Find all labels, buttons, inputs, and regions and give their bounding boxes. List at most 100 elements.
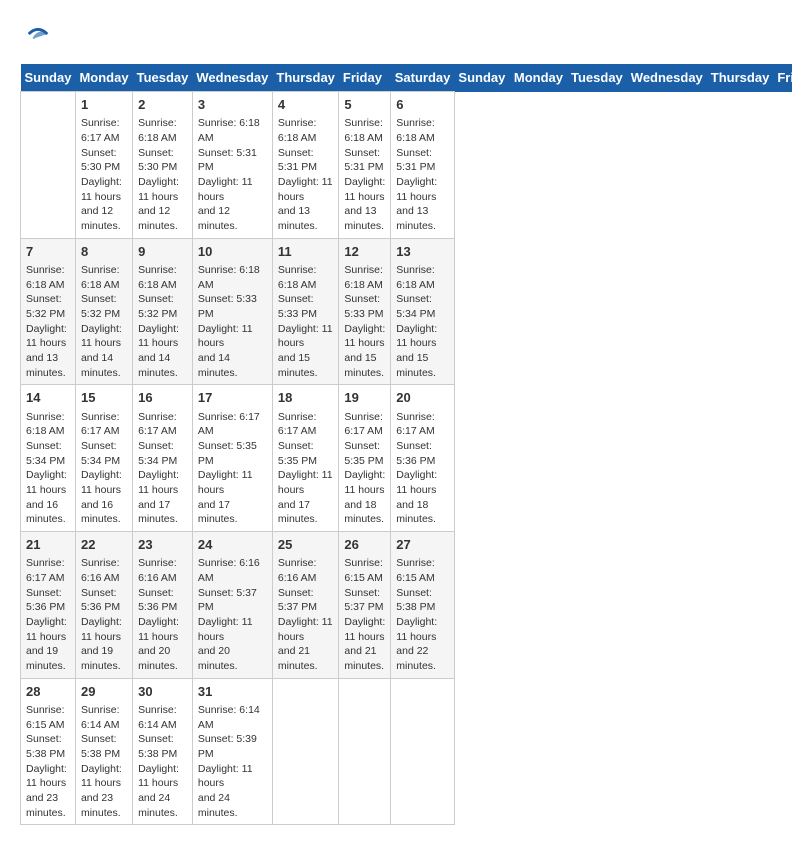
calendar-cell: 8 Sunrise: 6:18 AM Sunset: 5:32 PM Daylig… (75, 238, 132, 385)
day-info: Sunrise: 6:16 AM Sunset: 5:37 PM Dayligh… (278, 556, 334, 674)
day-info: Sunrise: 6:17 AM Sunset: 5:36 PM Dayligh… (396, 410, 449, 528)
header-monday: Monday (75, 64, 132, 92)
calendar-cell: 23 Sunrise: 6:16 AM Sunset: 5:36 PM Dayli… (133, 532, 193, 679)
day-info: Sunrise: 6:18 AM Sunset: 5:32 PM Dayligh… (81, 263, 127, 381)
day-info: Sunrise: 6:18 AM Sunset: 5:34 PM Dayligh… (396, 263, 449, 381)
calendar-cell: 3Sunrise: 6:18 AM Sunset: 5:31 PM Daylig… (192, 92, 272, 239)
calendar-cell: 6 Sunrise: 6:18 AM Sunset: 5:31 PM Daylig… (391, 92, 455, 239)
day-info: Sunrise: 6:18 AM Sunset: 5:30 PM Dayligh… (138, 116, 187, 234)
col-header-tuesday: Tuesday (567, 64, 627, 92)
header-sunday: Sunday (21, 64, 76, 92)
calendar-cell: 31 Sunrise: 6:14 AM Sunset: 5:39 PM Dayli… (192, 678, 272, 825)
calendar-cell: 17Sunrise: 6:17 AM Sunset: 5:35 PM Dayli… (192, 385, 272, 532)
calendar-cell: 22Sunrise: 6:16 AM Sunset: 5:36 PM Dayli… (75, 532, 132, 679)
week-row-2: 7Sunrise: 6:18 AM Sunset: 5:32 PM Daylig… (21, 238, 792, 385)
day-info: Sunrise: 6:16 AM Sunset: 5:37 PM Dayligh… (198, 556, 267, 674)
calendar-cell: 12Sunrise: 6:18 AM Sunset: 5:33 PM Dayli… (339, 238, 391, 385)
calendar-cell: 27 Sunrise: 6:15 AM Sunset: 5:38 PM Dayli… (391, 532, 455, 679)
day-number: 13 (396, 243, 449, 261)
day-number: 31 (198, 683, 267, 701)
col-header-friday: Friday (773, 64, 792, 92)
day-number: 4 (278, 96, 334, 114)
calendar-cell: 14Sunrise: 6:18 AM Sunset: 5:34 PM Dayli… (21, 385, 76, 532)
day-info: Sunrise: 6:16 AM Sunset: 5:36 PM Dayligh… (81, 556, 127, 674)
week-row-5: 28 Sunrise: 6:15 AM Sunset: 5:38 PM Dayli… (21, 678, 792, 825)
day-info: Sunrise: 6:15 AM Sunset: 5:38 PM Dayligh… (26, 703, 70, 821)
calendar-cell: 26 Sunrise: 6:15 AM Sunset: 5:37 PM Dayli… (339, 532, 391, 679)
calendar-cell: 28 Sunrise: 6:15 AM Sunset: 5:38 PM Dayli… (21, 678, 76, 825)
day-number: 21 (26, 536, 70, 554)
calendar-cell: 2 Sunrise: 6:18 AM Sunset: 5:30 PM Daylig… (133, 92, 193, 239)
calendar-cell: 9Sunrise: 6:18 AM Sunset: 5:32 PM Daylig… (133, 238, 193, 385)
day-number: 26 (344, 536, 385, 554)
header-saturday: Saturday (391, 64, 455, 92)
logo (20, 20, 52, 48)
calendar-cell: 18 Sunrise: 6:17 AM Sunset: 5:35 PM Dayli… (272, 385, 339, 532)
day-number: 15 (81, 389, 127, 407)
calendar-cell: 11Sunrise: 6:18 AM Sunset: 5:33 PM Dayli… (272, 238, 339, 385)
calendar-cell (339, 678, 391, 825)
day-number: 10 (198, 243, 267, 261)
calendar-cell: 10 Sunrise: 6:18 AM Sunset: 5:33 PM Dayli… (192, 238, 272, 385)
day-info: Sunrise: 6:17 AM Sunset: 5:36 PM Dayligh… (26, 556, 70, 674)
day-info: Sunrise: 6:17 AM Sunset: 5:30 PM Dayligh… (81, 116, 127, 234)
day-number: 16 (138, 389, 187, 407)
header-row: SundayMondayTuesdayWednesdayThursdayFrid… (21, 64, 792, 92)
day-info: Sunrise: 6:15 AM Sunset: 5:37 PM Dayligh… (344, 556, 385, 674)
day-info: Sunrise: 6:18 AM Sunset: 5:31 PM Dayligh… (396, 116, 449, 234)
col-header-sunday: Sunday (454, 64, 509, 92)
day-number: 1 (81, 96, 127, 114)
calendar-cell (272, 678, 339, 825)
day-number: 30 (138, 683, 187, 701)
col-header-monday: Monday (510, 64, 567, 92)
day-info: Sunrise: 6:14 AM Sunset: 5:39 PM Dayligh… (198, 703, 267, 821)
calendar-cell (391, 678, 455, 825)
calendar-cell (21, 92, 76, 239)
header-friday: Friday (339, 64, 391, 92)
calendar-cell: 29 Sunrise: 6:14 AM Sunset: 5:38 PM Dayli… (75, 678, 132, 825)
day-info: Sunrise: 6:18 AM Sunset: 5:31 PM Dayligh… (198, 116, 267, 234)
day-info: Sunrise: 6:17 AM Sunset: 5:35 PM Dayligh… (278, 410, 334, 528)
day-info: Sunrise: 6:18 AM Sunset: 5:33 PM Dayligh… (198, 263, 267, 381)
day-number: 8 (81, 243, 127, 261)
day-number: 24 (198, 536, 267, 554)
calendar-cell: 20 Sunrise: 6:17 AM Sunset: 5:36 PM Dayli… (391, 385, 455, 532)
day-number: 5 (344, 96, 385, 114)
day-number: 20 (396, 389, 449, 407)
day-info: Sunrise: 6:18 AM Sunset: 5:34 PM Dayligh… (26, 410, 70, 528)
calendar-table: SundayMondayTuesdayWednesdayThursdayFrid… (20, 64, 792, 825)
day-number: 11 (278, 243, 334, 261)
day-number: 27 (396, 536, 449, 554)
day-info: Sunrise: 6:18 AM Sunset: 5:32 PM Dayligh… (26, 263, 70, 381)
calendar-cell: 15 Sunrise: 6:17 AM Sunset: 5:34 PM Dayli… (75, 385, 132, 532)
day-number: 23 (138, 536, 187, 554)
day-info: Sunrise: 6:15 AM Sunset: 5:38 PM Dayligh… (396, 556, 449, 674)
day-info: Sunrise: 6:17 AM Sunset: 5:35 PM Dayligh… (344, 410, 385, 528)
day-number: 28 (26, 683, 70, 701)
calendar-cell: 5Sunrise: 6:18 AM Sunset: 5:31 PM Daylig… (339, 92, 391, 239)
day-number: 6 (396, 96, 449, 114)
day-number: 9 (138, 243, 187, 261)
week-row-3: 14Sunrise: 6:18 AM Sunset: 5:34 PM Dayli… (21, 385, 792, 532)
day-info: Sunrise: 6:17 AM Sunset: 5:34 PM Dayligh… (138, 410, 187, 528)
day-number: 29 (81, 683, 127, 701)
day-number: 2 (138, 96, 187, 114)
day-info: Sunrise: 6:17 AM Sunset: 5:34 PM Dayligh… (81, 410, 127, 528)
calendar-cell: 25 Sunrise: 6:16 AM Sunset: 5:37 PM Dayli… (272, 532, 339, 679)
week-row-1: 1 Sunrise: 6:17 AM Sunset: 5:30 PM Daylig… (21, 92, 792, 239)
day-info: Sunrise: 6:16 AM Sunset: 5:36 PM Dayligh… (138, 556, 187, 674)
day-number: 17 (198, 389, 267, 407)
header-thursday: Thursday (272, 64, 339, 92)
page-header (20, 20, 772, 48)
calendar-cell: 16 Sunrise: 6:17 AM Sunset: 5:34 PM Dayli… (133, 385, 193, 532)
day-info: Sunrise: 6:14 AM Sunset: 5:38 PM Dayligh… (81, 703, 127, 821)
calendar-cell: 13 Sunrise: 6:18 AM Sunset: 5:34 PM Dayli… (391, 238, 455, 385)
week-row-4: 21 Sunrise: 6:17 AM Sunset: 5:36 PM Dayli… (21, 532, 792, 679)
day-info: Sunrise: 6:18 AM Sunset: 5:31 PM Dayligh… (278, 116, 334, 234)
calendar-cell: 19 Sunrise: 6:17 AM Sunset: 5:35 PM Dayli… (339, 385, 391, 532)
calendar-cell: 7Sunrise: 6:18 AM Sunset: 5:32 PM Daylig… (21, 238, 76, 385)
day-number: 25 (278, 536, 334, 554)
day-number: 19 (344, 389, 385, 407)
day-number: 18 (278, 389, 334, 407)
calendar-cell: 21 Sunrise: 6:17 AM Sunset: 5:36 PM Dayli… (21, 532, 76, 679)
